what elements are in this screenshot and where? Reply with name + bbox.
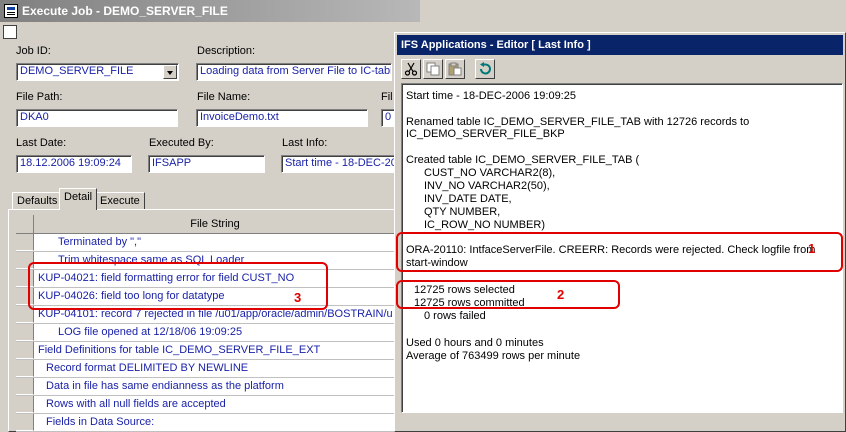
table-row[interactable]: Fields in Data Source: xyxy=(16,414,396,432)
annotation-box-2 xyxy=(396,280,620,309)
cut-button[interactable] xyxy=(401,59,421,79)
job-id-label: Job ID: xyxy=(16,45,51,57)
info-line: IC_ROW_NO NUMBER) xyxy=(424,219,546,231)
tab-defaults-label: Defaults xyxy=(17,195,58,207)
file-type-field[interactable]: 0 xyxy=(381,109,395,127)
table-cell: Fields in Data Source: xyxy=(46,416,155,428)
tab-detail[interactable]: Detail xyxy=(59,188,98,210)
table-row[interactable]: Rows with all null fields are accepted xyxy=(16,396,396,414)
description-label: Description: xyxy=(197,45,256,57)
annotation-box-3 xyxy=(28,262,328,310)
main-window-title: Execute Job - DEMO_SERVER_FILE xyxy=(22,4,228,18)
last-date-value: 18.12.2006 19:09:24 xyxy=(20,157,121,169)
info-line: Start time - 18-DEC-2006 19:09:25 xyxy=(406,90,576,102)
table-row[interactable]: Data in file has same endianness as the … xyxy=(16,378,396,396)
info-line: Used 0 hours and 0 minutes xyxy=(406,337,544,349)
paste-icon xyxy=(448,62,462,76)
file-type-value: 0 xyxy=(385,111,392,123)
executed-by-value: IFSAPP xyxy=(152,157,192,169)
info-line: 0 rows failed xyxy=(424,310,486,322)
file-name-field[interactable]: InvoiceDemo.txt xyxy=(196,109,368,127)
info-line: Created table IC_DEMO_SERVER_FILE_TAB ( xyxy=(406,154,640,166)
executed-by-field[interactable]: IFSAPP xyxy=(148,155,265,173)
tab-detail-label: Detail xyxy=(64,191,93,203)
document-icon xyxy=(3,25,17,39)
row-selector[interactable] xyxy=(16,234,34,251)
paste-button[interactable] xyxy=(445,59,465,79)
table-cell: Record format DELIMITED BY NEWLINE xyxy=(46,362,249,374)
description-field[interactable]: Loading data from Server File to IC-tabl… xyxy=(196,63,392,81)
chevron-down-icon[interactable] xyxy=(163,65,177,79)
row-selector[interactable] xyxy=(16,396,34,413)
last-info-label: Last Info: xyxy=(282,137,328,149)
annotation-box-1 xyxy=(396,232,843,272)
editor-title: IFS Applications - Editor [ Last Info ] xyxy=(401,39,591,51)
table-row[interactable]: Field Definitions for table IC_DEMO_SERV… xyxy=(16,342,396,360)
file-name-value: InvoiceDemo.txt xyxy=(200,111,279,123)
table-row[interactable]: Terminated by "," xyxy=(16,234,396,252)
cut-icon xyxy=(404,62,418,76)
tab-execute-label: Execute xyxy=(100,195,140,207)
annotation-number-2: 2 xyxy=(557,287,565,302)
info-line: IC_DEMO_SERVER_FILE_BKP xyxy=(406,128,565,140)
row-selector[interactable] xyxy=(16,324,34,341)
editor-title-bar[interactable]: IFS Applications - Editor [ Last Info ] xyxy=(397,35,843,55)
grid-header: File String xyxy=(16,215,396,234)
job-id-value: DEMO_SERVER_FILE xyxy=(20,65,134,77)
last-info-value: Start time - 18-DEC-2006 xyxy=(285,157,394,169)
row-selector[interactable] xyxy=(16,360,34,377)
table-cell: Field Definitions for table IC_DEMO_SERV… xyxy=(38,344,321,356)
info-line: INV_DATE DATE, xyxy=(424,193,512,205)
file-path-field[interactable]: DKA0 xyxy=(16,109,178,127)
info-line: QTY NUMBER, xyxy=(424,206,501,218)
table-row[interactable]: LOG file opened at 12/18/06 19:09:25 xyxy=(16,324,396,342)
last-info-field[interactable]: Start time - 18-DEC-2006 xyxy=(281,155,395,173)
file-type-label: Fil xyxy=(381,91,393,103)
tab-defaults[interactable]: Defaults xyxy=(12,192,63,210)
annotation-number-1: 1 xyxy=(808,241,816,256)
last-date-field[interactable]: 18.12.2006 19:09:24 xyxy=(16,155,132,173)
info-line: Renamed table IC_DEMO_SERVER_FILE_TAB wi… xyxy=(406,116,750,128)
app-window-icon xyxy=(4,4,18,18)
column-header-file-string[interactable]: File String xyxy=(34,215,396,233)
annotation-number-3: 3 xyxy=(294,290,302,305)
file-name-label: File Name: xyxy=(197,91,251,103)
copy-button[interactable] xyxy=(423,59,443,79)
info-line: Average of 763499 rows per minute xyxy=(406,350,581,362)
undo-button[interactable] xyxy=(475,59,495,79)
executed-by-label: Executed By: xyxy=(149,137,214,149)
grid-corner xyxy=(16,215,34,233)
row-selector[interactable] xyxy=(16,378,34,395)
info-line: CUST_NO VARCHAR2(8), xyxy=(424,167,556,179)
file-path-value: DKA0 xyxy=(20,111,49,123)
table-cell: Rows with all null fields are accepted xyxy=(46,398,226,410)
file-path-label: File Path: xyxy=(16,91,63,103)
main-window-title-bar[interactable]: Execute Job - DEMO_SERVER_FILE xyxy=(0,0,420,22)
row-selector[interactable] xyxy=(16,342,34,359)
description-value: Loading data from Server File to IC-tabl… xyxy=(200,65,392,77)
job-id-combo[interactable]: DEMO_SERVER_FILE xyxy=(16,63,179,81)
table-cell: Terminated by "," xyxy=(58,236,142,248)
last-date-label: Last Date: xyxy=(16,137,67,149)
row-selector[interactable] xyxy=(16,414,34,431)
undo-icon xyxy=(480,62,491,75)
table-cell: Data in file has same endianness as the … xyxy=(46,380,284,392)
table-cell: LOG file opened at 12/18/06 19:09:25 xyxy=(58,326,243,338)
file-string-grid[interactable]: File String Terminated by "," Trim white… xyxy=(16,215,396,432)
info-line: INV_NO VARCHAR2(50), xyxy=(424,180,550,192)
copy-icon xyxy=(426,62,440,76)
tab-execute[interactable]: Execute xyxy=(95,192,145,210)
table-row[interactable]: Record format DELIMITED BY NEWLINE xyxy=(16,360,396,378)
